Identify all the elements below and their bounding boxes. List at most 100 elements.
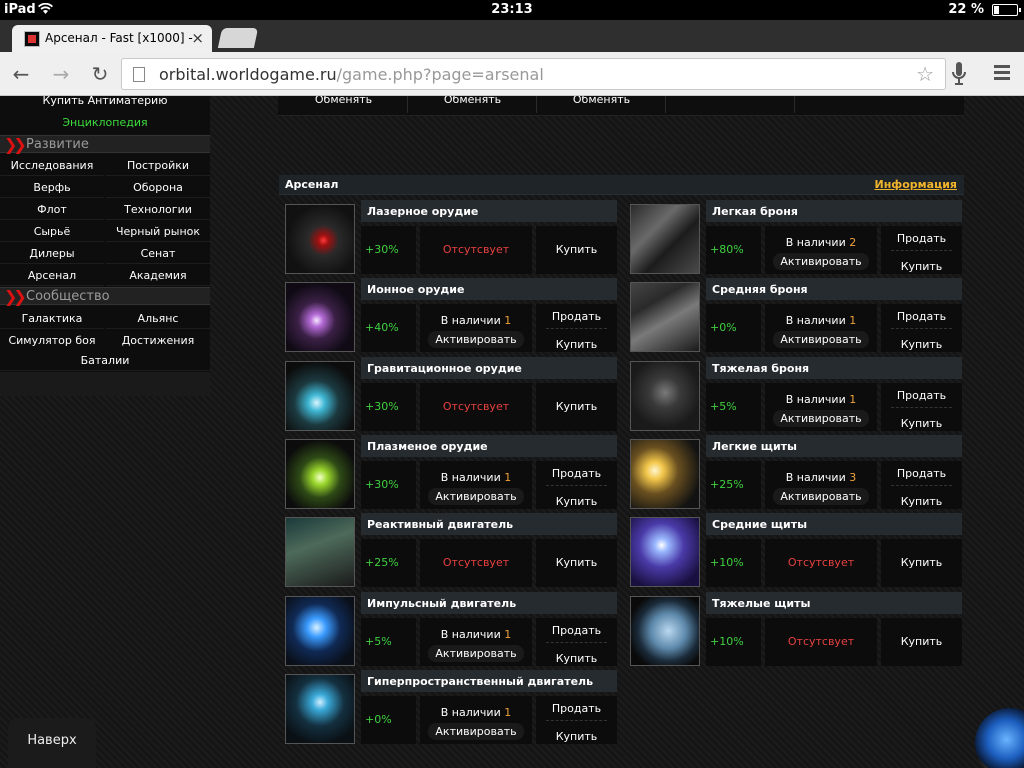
buy-button[interactable]: Купить — [536, 226, 617, 274]
divider — [891, 407, 952, 408]
browser-tab-active[interactable]: Арсенал - Fast [x1000] - W × — [12, 25, 212, 52]
buy-button[interactable]: Купить — [881, 539, 962, 587]
battery-icon — [992, 4, 1021, 16]
activate-button[interactable]: Активировать — [428, 488, 524, 505]
nav-item[interactable]: Сырьё — [0, 221, 104, 242]
nav-item[interactable]: Симулятор боя — [0, 330, 104, 351]
address-bar[interactable]: orbital.worldogame.ru/game.php?page=arse… — [121, 58, 946, 90]
buy-antimatter-link[interactable]: Купить Антиматерию — [0, 96, 210, 107]
buy-button[interactable]: Купить — [881, 417, 962, 430]
nav-item[interactable]: Арсенал — [0, 265, 104, 286]
bookmark-star-icon[interactable]: ☆ — [916, 62, 934, 86]
in-stock-text: В наличии — [785, 236, 846, 249]
section-title: Сообщество — [26, 289, 110, 304]
section-development: ❯❯ Развитие — [0, 135, 210, 153]
exchange-button[interactable]: Обменять — [538, 96, 666, 113]
buy-button[interactable]: Купить — [881, 338, 962, 351]
activate-button[interactable]: Активировать — [773, 253, 869, 270]
nav-item[interactable]: Академия — [106, 265, 210, 286]
sell-button[interactable]: Продать — [536, 310, 617, 323]
item-in-stock: В наличии 1 Активировать — [420, 696, 532, 744]
in-stock-label: В наличии 1 — [765, 393, 877, 406]
item-bonus: +10% — [706, 539, 761, 587]
encyclopedia-link[interactable]: Энциклопедия — [0, 116, 210, 129]
arsenal-item-card: Гравитационное орудие +30% Отсутсвует Купит… — [281, 357, 617, 433]
battery-percent: 22 % — [948, 2, 984, 17]
sell-button[interactable]: Продать — [881, 389, 962, 402]
sell-button[interactable]: Продать — [881, 232, 962, 245]
divider — [891, 250, 952, 251]
nav-item[interactable]: Флот — [0, 199, 104, 220]
nav-item[interactable]: Технологии — [106, 199, 210, 220]
buy-button[interactable]: Купить — [536, 495, 617, 508]
forward-icon[interactable]: → — [48, 61, 74, 87]
item-image — [285, 439, 355, 509]
exchange-button[interactable]: Обменять — [409, 96, 537, 113]
back-icon[interactable]: ← — [8, 61, 34, 87]
nav-item-battles[interactable]: Баталии — [0, 350, 210, 371]
item-bonus: +40% — [361, 304, 416, 352]
item-name: Ионное орудие — [361, 278, 617, 300]
url-path: /game.php?page=arsenal — [336, 65, 544, 84]
activate-button[interactable]: Активировать — [428, 723, 524, 740]
exchange-button[interactable]: Обменять — [280, 96, 408, 113]
nav-item[interactable]: Дилеры — [0, 243, 104, 264]
item-image — [630, 596, 700, 666]
new-tab-button[interactable] — [217, 28, 259, 48]
item-bonus: +5% — [706, 383, 761, 431]
nav-item[interactable]: Альянс — [106, 308, 210, 329]
globe-icon[interactable] — [975, 708, 1024, 768]
item-name: Гиперпространственный двигатель — [361, 670, 617, 692]
item-image — [285, 361, 355, 431]
chevron-right-icon: ❯❯ — [4, 135, 27, 154]
activate-button[interactable]: Активировать — [773, 331, 869, 348]
item-name: Реактивный двигатель — [361, 513, 617, 535]
in-stock-text: В наличии — [785, 314, 846, 327]
buy-button[interactable]: Купить — [536, 338, 617, 351]
nav-item[interactable]: Галактика — [0, 308, 104, 329]
info-link[interactable]: Информация — [875, 178, 958, 191]
chevron-right-icon: ❯❯ — [4, 287, 27, 306]
arsenal-item-card: Тяжелые щиты +10% Отсутсвует Купить — [626, 592, 962, 668]
item-image — [630, 361, 700, 431]
buy-button[interactable]: Купить — [881, 495, 962, 508]
activate-button[interactable]: Активировать — [773, 410, 869, 427]
buy-button[interactable]: Купить — [536, 539, 617, 587]
activate-button[interactable]: Активировать — [428, 331, 524, 348]
page-icon — [133, 67, 145, 82]
item-in-stock: В наличии 1 Активировать — [765, 304, 877, 352]
scroll-to-top-button[interactable]: Наверх — [8, 718, 96, 768]
nav-item[interactable]: Постройки — [106, 155, 210, 176]
nav-item[interactable]: Сенат — [106, 243, 210, 264]
nav-item[interactable]: Оборона — [106, 177, 210, 198]
sell-button[interactable]: Продать — [536, 702, 617, 715]
sell-button[interactable]: Продать — [881, 467, 962, 480]
menu-icon[interactable] — [994, 65, 1010, 80]
item-count: 1 — [849, 393, 857, 406]
item-bonus: +30% — [361, 226, 416, 274]
activate-button[interactable]: Активировать — [428, 645, 524, 662]
buy-button[interactable]: Купить — [536, 652, 617, 665]
arsenal-item-card: Плазменое орудие +30% В наличии 1 Активиров… — [281, 435, 617, 511]
nav-item[interactable]: Исследования — [0, 155, 104, 176]
buy-button[interactable]: Купить — [536, 383, 617, 431]
activate-button[interactable]: Активировать — [773, 488, 869, 505]
nav-item[interactable]: Верфь — [0, 177, 104, 198]
buy-button[interactable]: Купить — [881, 618, 962, 666]
url-text[interactable]: orbital.worldogame.ru/game.php?page=arse… — [159, 65, 544, 84]
sell-button[interactable]: Продать — [536, 467, 617, 480]
item-bonus: +0% — [361, 696, 416, 744]
tab-close-icon[interactable]: × — [191, 29, 204, 47]
browser-tab-strip: Арсенал - Fast [x1000] - W × — [0, 20, 1024, 52]
sell-button[interactable]: Продать — [536, 624, 617, 637]
nav-item[interactable]: Достижения — [106, 330, 210, 351]
buy-button[interactable]: Купить — [881, 260, 962, 273]
item-status-absent: Отсутсвует — [765, 618, 877, 666]
reload-icon[interactable]: ↻ — [87, 61, 113, 87]
sell-button[interactable]: Продать — [881, 310, 962, 323]
microphone-icon[interactable] — [952, 62, 966, 86]
item-name: Лазерное орудие — [361, 200, 617, 222]
nav-item[interactable]: Черный рынок — [106, 221, 210, 242]
buy-button[interactable]: Купить — [536, 730, 617, 743]
left-navigation: Купить Антиматерию Энциклопедия ❯❯ Разви… — [0, 96, 210, 396]
